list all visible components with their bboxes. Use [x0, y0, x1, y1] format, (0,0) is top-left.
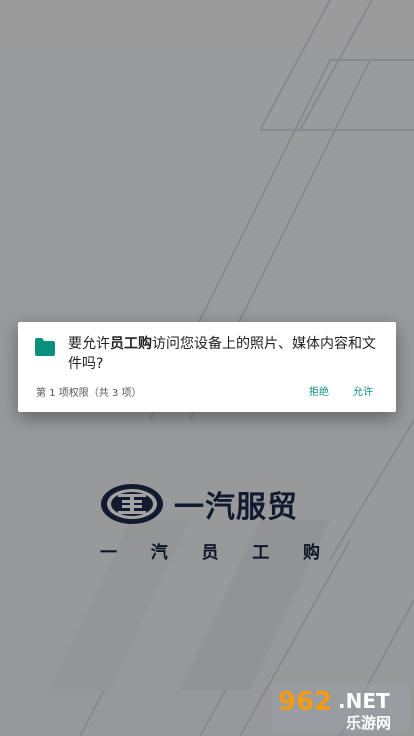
permission-counter: 第 1 项权限（共 3 项）: [36, 388, 142, 399]
watermark-suffix: .NET: [338, 689, 390, 713]
message-prefix: 要允许: [68, 336, 110, 352]
allow-button[interactable]: 允许: [353, 383, 373, 398]
deny-button[interactable]: 拒绝: [309, 383, 329, 398]
watermark-caption: 乐游网: [346, 714, 391, 732]
site-watermark: 962 .NET 乐游网: [272, 684, 410, 732]
watermark-number: 962: [278, 687, 332, 717]
permission-message: 要允许员工购访问您设备上的照片、媒体内容和文件吗?: [68, 334, 388, 374]
permission-dialog: 要允许员工购访问您设备上的照片、媒体内容和文件吗? 第 1 项权限（共 3 项）…: [18, 322, 396, 412]
folder-icon: [35, 338, 55, 356]
app-name: 员工购: [110, 336, 152, 352]
